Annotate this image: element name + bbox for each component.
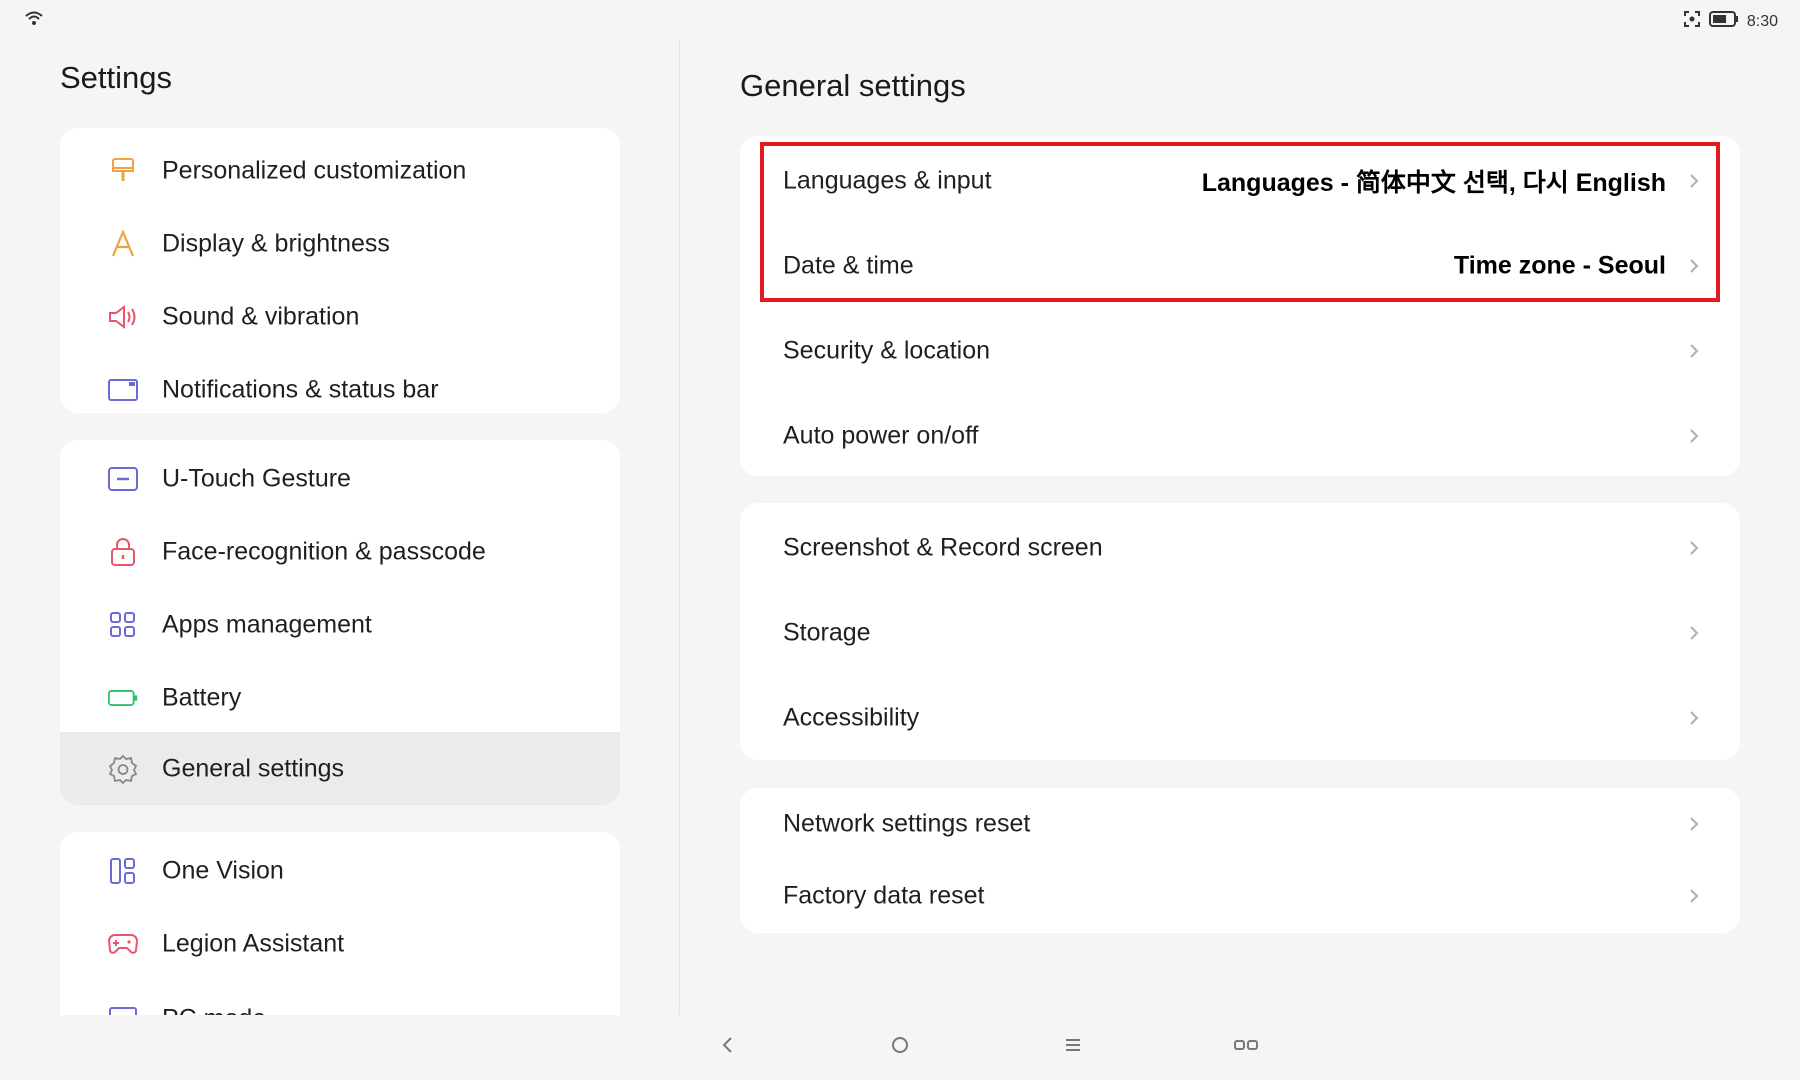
page-title: General settings — [740, 68, 966, 103]
sidebar-item-battery[interactable]: Battery — [60, 661, 620, 734]
lock-icon — [108, 537, 138, 567]
speaker-icon — [108, 302, 138, 332]
sidebar-item-apps-management[interactable]: Apps management — [60, 588, 620, 661]
chevron-right-icon — [1690, 817, 1699, 831]
sidebar-group-1: Personalized customization Display & bri… — [60, 128, 620, 413]
sidebar-item-one-vision[interactable]: One Vision — [60, 834, 620, 907]
auto-power-row[interactable]: Auto power on/off — [740, 393, 1740, 476]
menu-button[interactable] — [1053, 1025, 1093, 1065]
sidebar-title: Settings — [60, 60, 173, 95]
screenshot-record-row[interactable]: Screenshot & Record screen — [740, 505, 1740, 590]
clock: 8:30 — [1746, 12, 1778, 30]
recents-icon — [1234, 1040, 1258, 1050]
screenshot-icon — [1683, 10, 1701, 33]
back-button[interactable] — [708, 1025, 748, 1065]
sidebar-item-general-settings[interactable]: General settings — [60, 732, 620, 805]
sidebar-item-pc-mode[interactable]: PC mode — [60, 982, 620, 1015]
gamepad-icon — [108, 929, 138, 959]
chevron-right-icon — [1690, 173, 1699, 188]
sidebar-item-personalized-customization[interactable]: Personalized customization — [60, 134, 620, 207]
settings-group-2: Screenshot & Record screen Storage Acces… — [740, 503, 1740, 760]
chevron-right-icon — [1690, 343, 1699, 358]
chevron-right-icon — [1690, 258, 1699, 273]
display-a-icon — [108, 229, 138, 259]
home-icon — [892, 1037, 908, 1053]
chevron-right-icon — [1690, 889, 1699, 903]
battery-status-icon — [1708, 11, 1739, 32]
sidebar-item-sound-vibration[interactable]: Sound & vibration — [60, 280, 620, 353]
security-location-row[interactable]: Security & location — [740, 308, 1740, 393]
pc-icon — [108, 1004, 138, 1015]
apps-grid-icon — [108, 610, 138, 640]
storage-row[interactable]: Storage — [740, 590, 1740, 675]
chevron-right-icon — [1690, 710, 1699, 725]
sidebar-item-face-recognition-passcode[interactable]: Face-recognition & passcode — [60, 515, 620, 588]
sidebar-item-display-brightness[interactable]: Display & brightness — [60, 207, 620, 280]
factory-reset-row[interactable]: Factory data reset — [740, 860, 1740, 932]
sidebar-item-notifications-status-bar[interactable]: Notifications & status bar — [60, 353, 620, 413]
date-time-row[interactable]: Date & time Time zone - Seoul — [740, 223, 1740, 308]
settings-group-1: Languages & input Languages - 简体中文 선택, 다… — [740, 136, 1740, 476]
layout-icon — [108, 856, 138, 886]
sidebar-group-3: One Vision Legion Assistant PC mode — [60, 832, 620, 1015]
chevron-right-icon — [1690, 540, 1699, 555]
settings-sidebar: Settings Personalized customization Disp… — [0, 0, 680, 1015]
chevron-right-icon — [1690, 625, 1699, 640]
languages-input-row[interactable]: Languages & input Languages - 简体中文 선택, 다… — [740, 138, 1740, 223]
network-reset-row[interactable]: Network settings reset — [740, 788, 1740, 860]
gesture-icon — [108, 464, 138, 494]
pane-divider — [679, 40, 680, 1015]
status-right: 8:30 — [1683, 10, 1778, 33]
gear-icon — [108, 754, 138, 784]
back-icon — [722, 1037, 732, 1053]
sidebar-group-2: U-Touch Gesture Face-recognition & passc… — [60, 440, 620, 805]
notification-icon — [108, 375, 138, 405]
home-button[interactable] — [880, 1025, 920, 1065]
battery-icon — [108, 683, 138, 713]
accessibility-row[interactable]: Accessibility — [740, 675, 1740, 760]
menu-icon — [1066, 1039, 1080, 1051]
sidebar-item-u-touch-gesture[interactable]: U-Touch Gesture — [60, 442, 620, 515]
settings-group-3: Network settings reset Factory data rese… — [740, 788, 1740, 933]
navigation-bar — [0, 1015, 1800, 1080]
chevron-right-icon — [1690, 428, 1699, 443]
brush-icon — [108, 156, 138, 186]
date-time-value: Time zone - Seoul — [1453, 251, 1666, 279]
sidebar-item-legion-assistant[interactable]: Legion Assistant — [60, 907, 620, 980]
recents-button[interactable] — [1226, 1025, 1266, 1065]
languages-input-value: Languages - 简体中文 선택, 다시 English — [1201, 168, 1666, 197]
